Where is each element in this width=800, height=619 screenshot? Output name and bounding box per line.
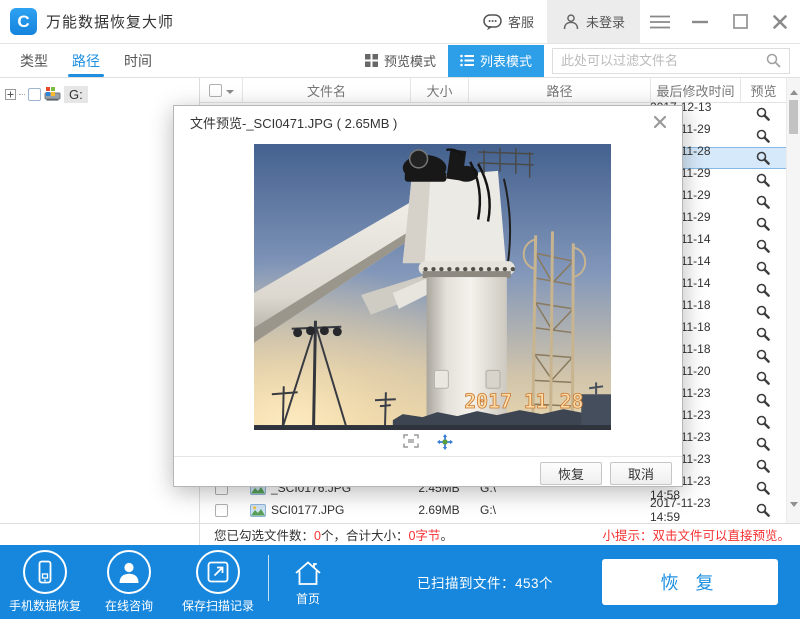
modal-titlebar: 文件预览-_SCI0471.JPG ( 2.65MB ) (174, 106, 682, 138)
tab-path[interactable]: 路径 (70, 44, 102, 77)
search-input[interactable] (553, 53, 766, 68)
home-icon (293, 559, 323, 587)
grid-icon (365, 54, 378, 67)
tip-text: 小提示：双击文件可以直接预览。 (602, 525, 790, 544)
support-button[interactable]: 客服 (470, 0, 547, 43)
tree-connector (19, 94, 25, 95)
preview-magnifier-icon[interactable] (756, 393, 770, 407)
chevron-down-icon[interactable] (226, 90, 234, 98)
photo-timestamp: 2017 11 28 (464, 390, 583, 413)
filename-text: SCI0177.JPG (271, 503, 344, 517)
preview-magnifier-icon[interactable] (756, 371, 770, 385)
preview-magnifier-icon[interactable] (756, 503, 770, 517)
tab-time[interactable]: 时间 (122, 44, 154, 77)
home-button[interactable]: 首页 (277, 559, 339, 607)
online-consult-button[interactable]: 在线咨询 (90, 550, 168, 614)
preview-magnifier-icon[interactable] (756, 173, 770, 187)
filepath-text: G:\ (468, 499, 650, 521)
header-path[interactable]: 路径 (468, 78, 650, 102)
header-mtime[interactable]: 最后修改时间 (650, 78, 740, 102)
scroll-up-icon[interactable] (790, 86, 798, 95)
phone-recovery-button[interactable]: 手机数据恢复 (0, 550, 90, 614)
drive-label: G: (64, 86, 88, 103)
chat-bubble-icon (483, 13, 502, 31)
expand-icon[interactable] (5, 89, 16, 100)
export-icon (207, 561, 229, 583)
phone-icon (34, 560, 56, 584)
header-size[interactable]: 大小 (410, 78, 468, 102)
app-title: 万能数据恢复大师 (46, 11, 174, 32)
scroll-down-icon[interactable] (790, 502, 798, 511)
table-scrollbar[interactable] (786, 78, 800, 523)
save-scan-record-button[interactable]: 保存扫描记录 (168, 550, 268, 614)
actual-size-icon[interactable] (437, 434, 453, 450)
header-filename[interactable]: 文件名 (242, 78, 410, 102)
list-mode-button[interactable]: 列表模式 (448, 45, 544, 77)
preview-magnifier-icon[interactable] (756, 217, 770, 231)
preview-magnifier-icon[interactable] (756, 415, 770, 429)
maximize-icon (733, 14, 748, 29)
close-icon (773, 15, 787, 29)
image-file-icon (250, 504, 266, 517)
statusbar: 您已勾选文件数：0个，合计大小：0字节。 小提示：双击文件可以直接预览。 (0, 523, 800, 545)
list-icon (460, 54, 474, 67)
preview-photo: 2017 11 28 (254, 144, 611, 430)
scrollbar-thumb[interactable] (789, 100, 798, 134)
header-preview[interactable]: 预览 (740, 78, 786, 102)
maximize-button[interactable] (720, 0, 760, 43)
mtime-text: 2017-11-23 14:59 (650, 499, 740, 521)
preview-magnifier-icon[interactable] (756, 195, 770, 209)
preview-magnifier-icon[interactable] (756, 129, 770, 143)
photo-controls (174, 434, 682, 450)
preview-magnifier-icon[interactable] (756, 437, 770, 451)
recover-main-button[interactable]: 恢 复 (602, 559, 778, 605)
search-icon[interactable] (766, 53, 789, 68)
bottombar-divider (268, 555, 269, 601)
close-button[interactable] (760, 0, 800, 43)
preview-magnifier-icon[interactable] (756, 261, 770, 275)
statusbar-spacer (0, 524, 200, 545)
folder-tree: G: (0, 78, 200, 523)
person-icon (116, 560, 142, 584)
preview-mode-button[interactable]: 预览模式 (353, 45, 448, 77)
filesize-text: 2.69MB (410, 499, 468, 521)
preview-magnifier-icon[interactable] (756, 349, 770, 363)
modal-close-button[interactable] (654, 116, 666, 128)
fit-screen-icon[interactable] (403, 434, 419, 450)
app-logo-icon: C (10, 8, 37, 35)
preview-modal: 文件预览-_SCI0471.JPG ( 2.65MB ) (173, 105, 683, 487)
titlebar: C 万能数据恢复大师 客服 未登录 (0, 0, 800, 44)
filter-searchbox (552, 48, 790, 74)
selection-summary: 您已勾选文件数：0个，合计大小：0字节。 (214, 525, 453, 544)
tree-checkbox[interactable] (28, 88, 41, 101)
header-select-all[interactable] (200, 78, 242, 102)
modal-recover-button[interactable]: 恢复 (540, 462, 602, 485)
preview-magnifier-icon[interactable] (756, 151, 770, 165)
preview-magnifier-icon[interactable] (756, 239, 770, 253)
preview-magnifier-icon[interactable] (756, 481, 770, 495)
tab-type[interactable]: 类型 (18, 44, 50, 77)
preview-magnifier-icon[interactable] (756, 283, 770, 297)
minimize-button[interactable] (680, 0, 720, 43)
drive-icon (44, 86, 61, 102)
table-row[interactable]: SCI0177.JPG 2.69MB G:\ 2017-11-23 14:59 (200, 499, 800, 521)
hamburger-icon (650, 15, 670, 29)
app-window: C 万能数据恢复大师 客服 未登录 (0, 0, 800, 619)
user-icon (562, 13, 580, 30)
preview-magnifier-icon[interactable] (756, 327, 770, 341)
login-button[interactable]: 未登录 (547, 0, 640, 43)
toolbar: 类型 路径 时间 预览模式 列表模式 (0, 44, 800, 78)
bottom-bar: 手机数据恢复 在线咨询 保存扫描记录 首页 已扫描到文件：453个 恢 复 (0, 545, 800, 619)
tree-item-drive-g[interactable]: G: (0, 83, 199, 105)
scanned-count-text: 已扫描到文件：453个 (417, 572, 553, 592)
modal-cancel-button[interactable]: 取消 (610, 462, 672, 485)
menu-button[interactable] (640, 0, 680, 43)
modal-divider (174, 456, 682, 457)
modal-title: 文件预览-_SCI0471.JPG ( 2.65MB ) (190, 113, 397, 132)
row-checkbox[interactable] (215, 504, 228, 517)
preview-magnifier-icon[interactable] (756, 459, 770, 473)
preview-magnifier-icon[interactable] (756, 107, 770, 121)
minimize-icon (692, 20, 708, 24)
preview-magnifier-icon[interactable] (756, 305, 770, 319)
